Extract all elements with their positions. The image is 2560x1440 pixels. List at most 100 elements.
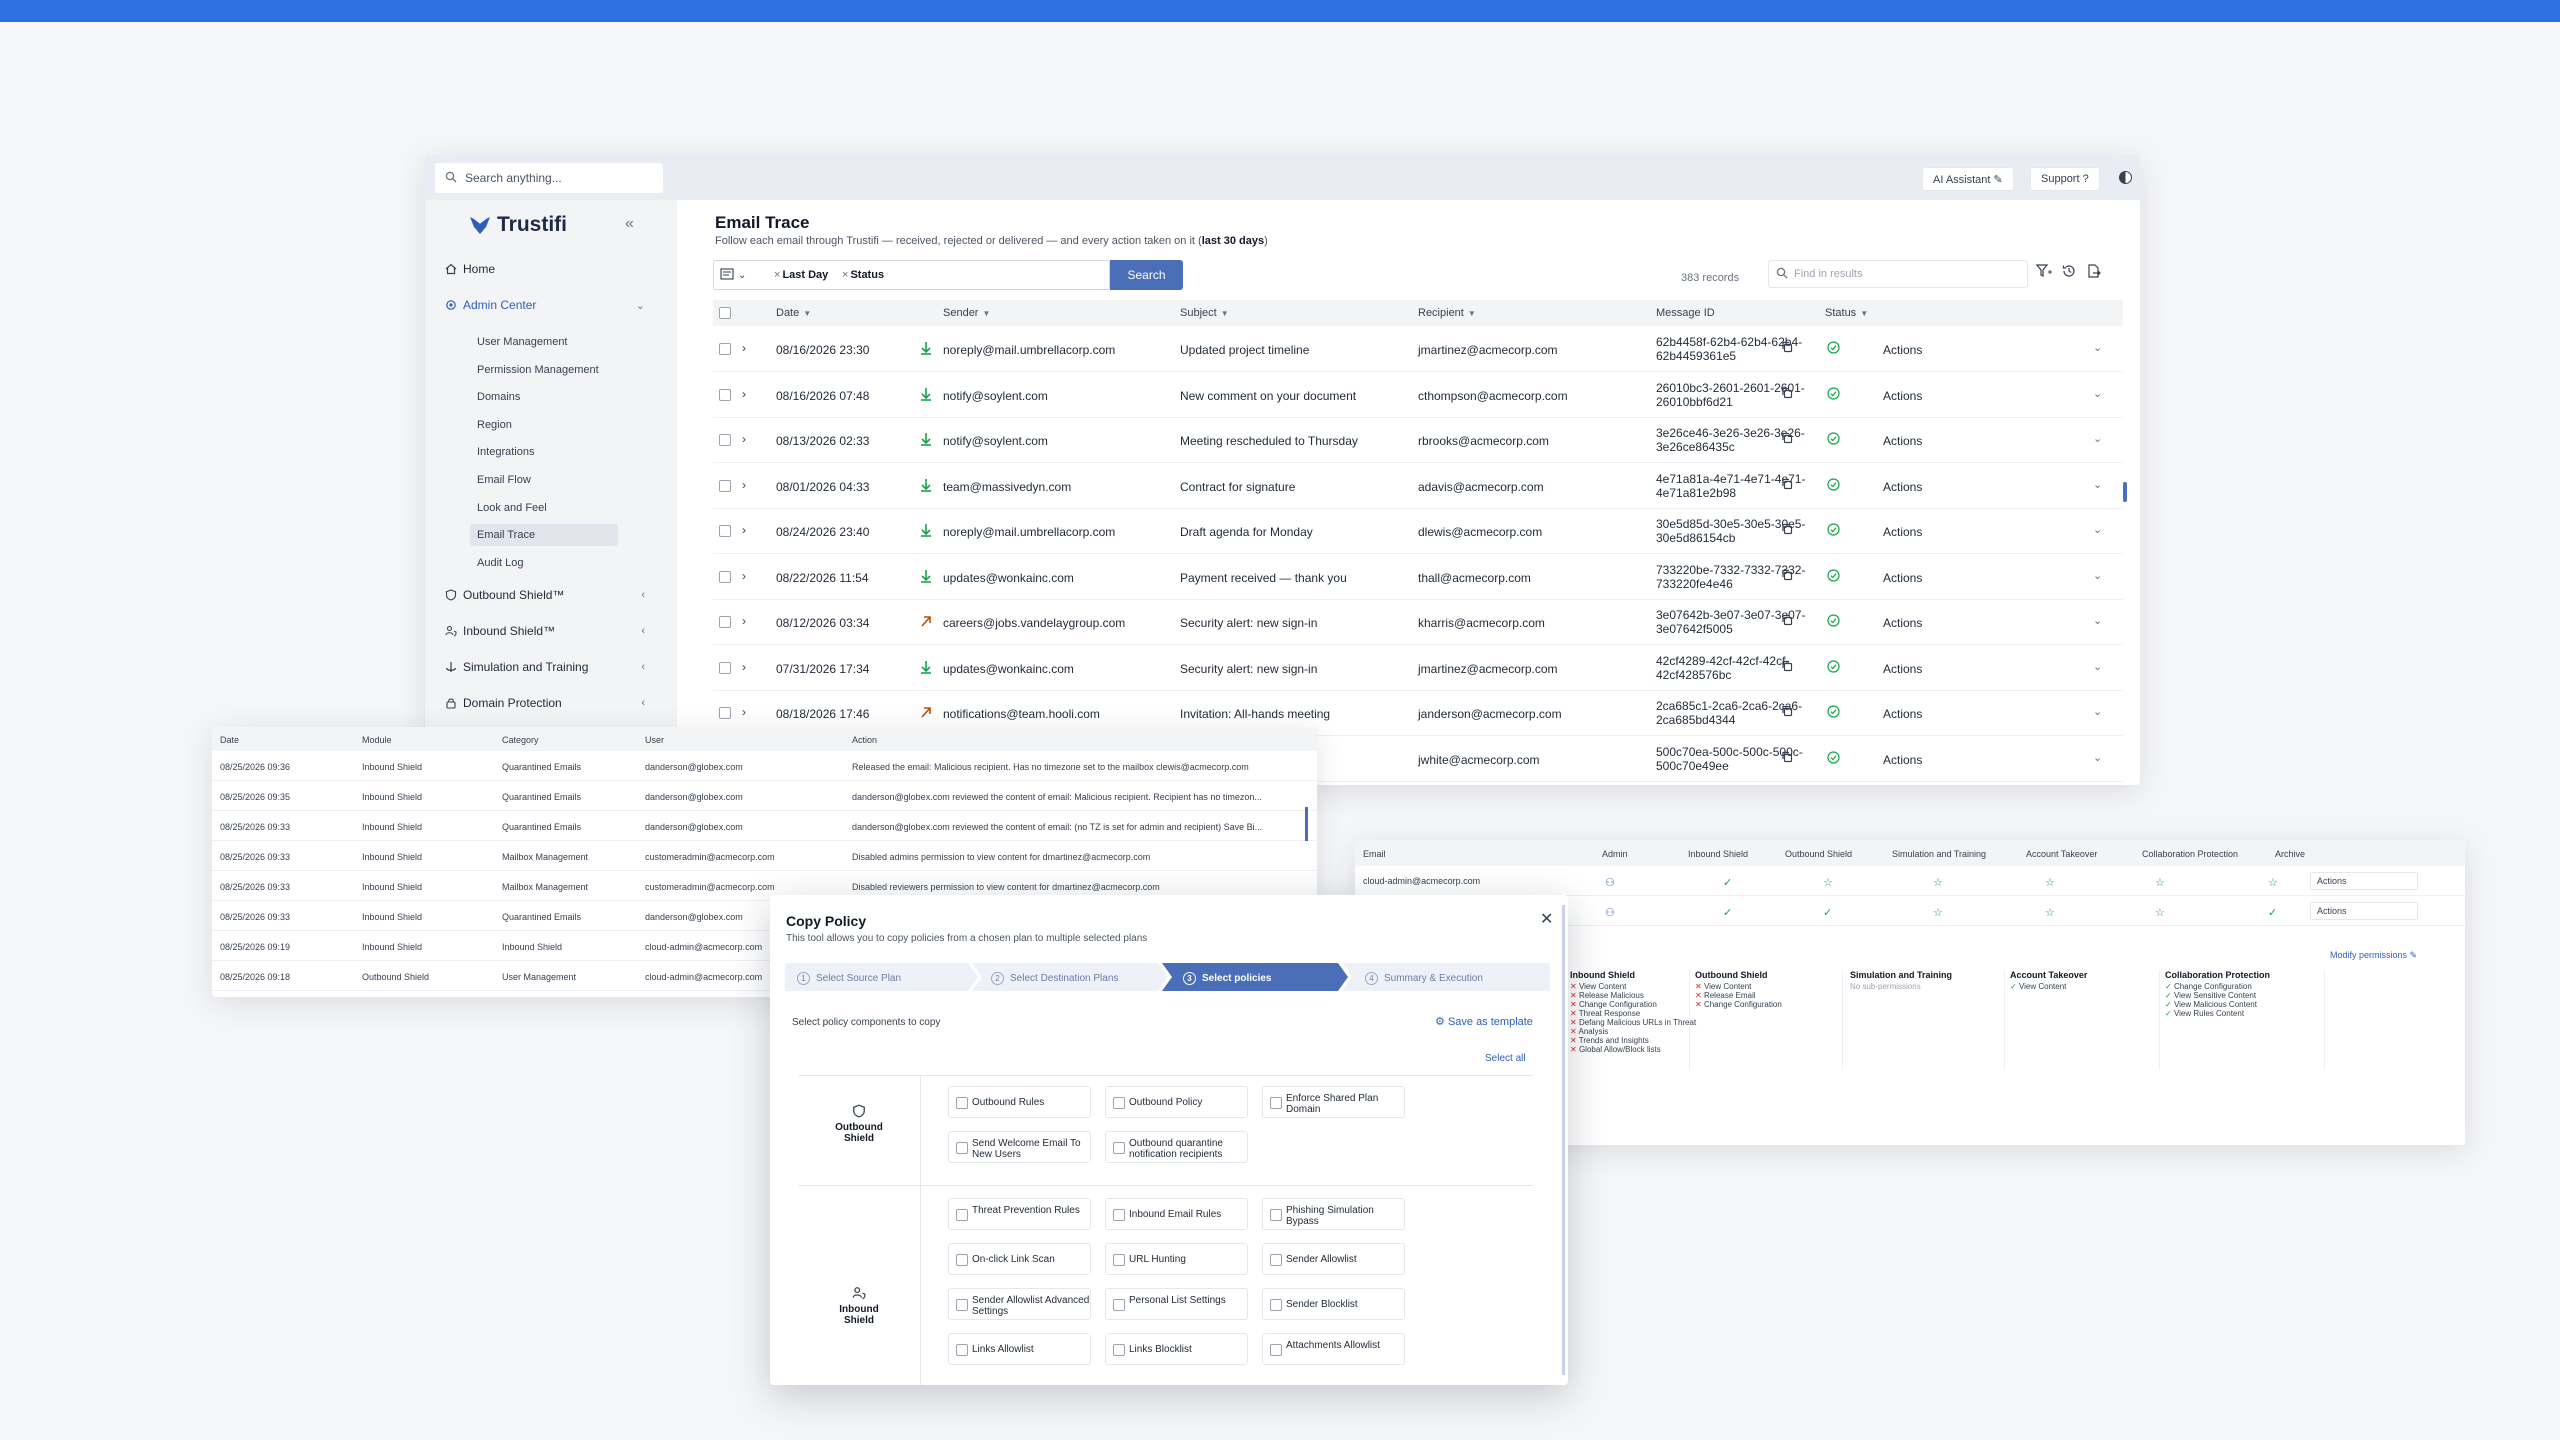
copy-icon[interactable] <box>1781 523 1793 535</box>
row-actions-dropdown[interactable]: Actions <box>1883 753 1922 767</box>
sidebar-item-user-management[interactable]: User Management <box>470 331 618 353</box>
save-as-template-button[interactable]: ⚙ Save as template <box>1435 1015 1533 1028</box>
option-personal-list-settings[interactable]: Personal List Settings <box>1105 1288 1248 1320</box>
col-recipient[interactable]: Recipient ▼ <box>1418 307 1476 319</box>
ai-assistant-button[interactable]: AI Assistant ✎ <box>1922 167 2014 191</box>
perm-col-outbound[interactable]: Outbound Shield <box>1785 849 1852 859</box>
chevron-down-icon[interactable]: ⌄ <box>2093 614 2102 627</box>
option-outbound-quarantine-notification-recipients[interactable]: Outbound quarantine notification recipie… <box>1105 1131 1248 1163</box>
expand-chevron-icon[interactable]: › <box>742 569 746 583</box>
chevron-down-icon[interactable]: ⌄ <box>2093 523 2102 536</box>
row-actions-dropdown[interactable]: Actions <box>1883 571 1922 585</box>
nav-simulation-training[interactable]: Simulation and Training ‹ <box>445 660 645 674</box>
expand-chevron-icon[interactable]: › <box>742 432 746 446</box>
chevron-down-icon[interactable]: ⌄ <box>2093 569 2102 582</box>
perm-col-inbound[interactable]: Inbound Shield <box>1688 849 1748 859</box>
select-all-checkbox[interactable] <box>719 307 731 319</box>
chevron-down-icon[interactable]: ⌄ <box>2093 387 2102 400</box>
chevron-down-icon[interactable]: ⌄ <box>2093 432 2102 445</box>
support-button[interactable]: Support ? <box>2030 167 2100 191</box>
copy-icon[interactable] <box>1781 705 1793 717</box>
theme-toggle-icon[interactable] <box>2119 171 2132 184</box>
perm-col-collab[interactable]: Collaboration Protection <box>2142 849 2238 859</box>
option-sender-blocklist[interactable]: Sender Blocklist <box>1262 1288 1405 1320</box>
expand-chevron-icon[interactable]: › <box>742 660 746 674</box>
expand-chevron-icon[interactable]: › <box>742 341 746 355</box>
option-on-click-link-scan[interactable]: On-click Link Scan <box>948 1243 1091 1275</box>
audit-col-category[interactable]: Category <box>502 735 539 745</box>
chevron-down-icon[interactable]: ⌄ <box>2093 341 2102 354</box>
chevron-down-icon[interactable]: ⌄ <box>2093 751 2102 764</box>
option-outbound-policy[interactable]: Outbound Policy <box>1105 1086 1248 1118</box>
audit-row[interactable]: 08/25/2026 09:33 Inbound Shield Quarantine… <box>212 811 1317 841</box>
option-outbound-rules[interactable]: Outbound Rules <box>948 1086 1091 1118</box>
option-phishing-simulation-bypass[interactable]: Phishing Simulation Bypass <box>1262 1198 1405 1230</box>
table-scrollbar[interactable] <box>2123 482 2127 502</box>
row-checkbox[interactable] <box>719 570 731 583</box>
filter-bar[interactable]: ⌄ Last Day Status <box>713 260 1110 290</box>
perm-row-actions[interactable]: Actions <box>2310 872 2418 890</box>
global-search-input[interactable]: Search anything... <box>435 163 663 193</box>
table-row[interactable]: › 08/24/2026 23:40 noreply@mail.umbrellaco… <box>713 509 2123 554</box>
audit-col-module[interactable]: Module <box>362 735 392 745</box>
row-checkbox[interactable] <box>719 707 731 719</box>
audit-col-date[interactable]: Date <box>220 735 239 745</box>
find-in-results-input[interactable]: Find in results <box>1768 260 2028 288</box>
perm-col-archive[interactable]: Archive <box>2275 849 2305 859</box>
perm-row-actions[interactable]: Actions <box>2310 902 2418 920</box>
nav-inbound-shield[interactable]: Inbound Shield™ ‹ <box>445 624 645 638</box>
nav-admin-center[interactable]: Admin Center ⌄ <box>445 298 645 312</box>
row-checkbox[interactable] <box>719 388 731 401</box>
table-row[interactable]: › 08/13/2026 02:33 notify@soylent.com Meeti… <box>713 418 2123 463</box>
row-actions-dropdown[interactable]: Actions <box>1883 434 1922 448</box>
row-checkbox[interactable] <box>719 525 731 537</box>
step-2[interactable]: 2 Select Destination Plans <box>991 963 1118 991</box>
export-icon[interactable] <box>2087 264 2101 278</box>
filter-chip-status[interactable]: Status <box>842 269 884 281</box>
perm-col-admin[interactable]: Admin <box>1602 849 1628 859</box>
search-button[interactable]: Search <box>1110 260 1183 290</box>
audit-scrollbar[interactable] <box>1305 807 1308 841</box>
step-1[interactable]: 1 Select Source Plan <box>797 963 901 991</box>
copy-icon[interactable] <box>1781 432 1793 444</box>
perm-col-email[interactable]: Email <box>1363 849 1386 859</box>
col-message-id[interactable]: Message ID <box>1656 307 1715 319</box>
copy-icon[interactable] <box>1781 387 1793 399</box>
expand-chevron-icon[interactable]: › <box>742 614 746 628</box>
nav-outbound-shield[interactable]: Outbound Shield™ ‹ <box>445 588 645 602</box>
audit-col-user[interactable]: User <box>645 735 664 745</box>
modal-scrollbar[interactable] <box>1562 905 1565 1375</box>
option-sender-allowlist[interactable]: Sender Allowlist <box>1262 1243 1405 1275</box>
perm-col-simulation[interactable]: Simulation and Training <box>1892 849 1986 859</box>
row-actions-dropdown[interactable]: Actions <box>1883 707 1922 721</box>
close-icon[interactable]: ✕ <box>1540 909 1553 929</box>
sidebar-item-permission-management[interactable]: Permission Management <box>470 359 618 381</box>
col-sender[interactable]: Sender ▼ <box>943 307 990 319</box>
chevron-down-icon[interactable]: ⌄ <box>2093 660 2102 673</box>
row-checkbox[interactable] <box>719 434 731 446</box>
option-links-allowlist[interactable]: Links Allowlist <box>948 1333 1091 1365</box>
col-subject[interactable]: Subject ▼ <box>1180 307 1229 319</box>
filter-menu-icon[interactable]: ⌄ <box>720 267 746 283</box>
row-checkbox[interactable] <box>719 661 731 674</box>
step-4[interactable]: 4 Summary & Execution <box>1365 963 1483 991</box>
row-checkbox[interactable] <box>719 479 731 492</box>
row-actions-dropdown[interactable]: Actions <box>1883 616 1922 630</box>
sidebar-item-domains[interactable]: Domains <box>470 386 618 408</box>
option-url-hunting[interactable]: URL Hunting <box>1105 1243 1248 1275</box>
nav-home[interactable]: Home <box>445 262 645 276</box>
copy-icon[interactable] <box>1781 569 1793 581</box>
option-enforce-shared-plan-domain[interactable]: Enforce Shared Plan Domain <box>1262 1086 1405 1118</box>
col-status[interactable]: Status ▼ <box>1825 307 1868 319</box>
perm-col-ato[interactable]: Account Takeover <box>2026 849 2097 859</box>
filter-chip-last-day[interactable]: Last Day <box>774 269 828 281</box>
table-row[interactable]: › 08/01/2026 04:33 team@massivedyn.com Cont… <box>713 464 2123 509</box>
copy-icon[interactable] <box>1781 478 1793 490</box>
sidebar-item-email-trace[interactable]: Email Trace <box>470 524 618 547</box>
table-row[interactable]: › 07/31/2026 17:34 updates@wonkainc.com Sec… <box>713 646 2123 691</box>
option-send-welcome-email-to-new-users[interactable]: Send Welcome Email To New Users <box>948 1131 1091 1163</box>
audit-row[interactable]: 08/25/2026 09:36 Inbound Shield Quarantine… <box>212 751 1317 781</box>
step-3[interactable]: 3 Select policies <box>1183 963 1271 991</box>
chevron-down-icon[interactable]: ⌄ <box>2093 478 2102 491</box>
select-all-link[interactable]: Select all <box>1485 1053 1526 1064</box>
